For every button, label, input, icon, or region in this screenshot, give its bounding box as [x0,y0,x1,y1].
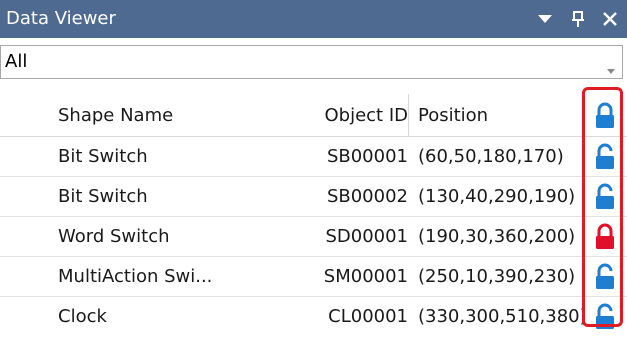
shape-name-cell: Clock [58,306,107,327]
position-cell: (190,30,360,200) [418,226,576,247]
table-row[interactable]: Word Switch SD00001 (190,30,360,200) [0,217,627,257]
pin-icon[interactable] [569,9,587,33]
column-divider[interactable] [408,94,409,137]
table-row[interactable]: MultiAction Swi... SM00001 (250,10,390,2… [0,257,627,297]
shape-name-cell: Bit Switch [58,186,148,207]
filter-selected-value: All [5,51,28,72]
table-row[interactable]: Clock CL00001 (330,300,510,380) [0,297,627,337]
shape-name-cell: Bit Switch [58,146,148,167]
column-header-object-id[interactable]: Object ID [280,94,408,137]
position-cell: (60,50,180,170) [418,146,564,167]
position-cell: (130,40,290,190) [418,186,576,207]
column-header-position[interactable]: Position [418,94,583,137]
object-id-cell: SM00001 [323,266,408,287]
object-id-cell: SB00002 [326,186,408,207]
object-id-cell: SD00001 [325,226,408,247]
grid-header-row: Shape Name Object ID Position [0,94,627,137]
shape-name-cell: Word Switch [58,226,170,247]
chevron-down-icon[interactable] [606,60,616,79]
shape-name-cell: MultiAction Swi... [58,266,213,287]
table-row[interactable]: Bit Switch SB00002 (130,40,290,190) [0,177,627,217]
data-grid: Shape Name Object ID Position Bit Switch… [0,86,627,331]
panel-title: Data Viewer [6,8,116,29]
filter-dropdown[interactable]: All [0,45,623,79]
lock-column-highlight [582,87,623,327]
window-menu-dropdown-icon[interactable] [536,9,554,33]
position-cell: (250,10,390,230) [418,266,576,287]
column-header-shape-name[interactable]: Shape Name [58,94,278,137]
position-cell: (330,300,510,380) [418,306,583,327]
table-row[interactable]: Bit Switch SB00001 (60,50,180,170) [0,137,627,177]
object-id-cell: SB00001 [326,146,408,167]
panel-titlebar: Data Viewer [0,0,627,38]
object-id-cell: CL00001 [328,306,408,327]
close-icon[interactable] [601,9,619,33]
